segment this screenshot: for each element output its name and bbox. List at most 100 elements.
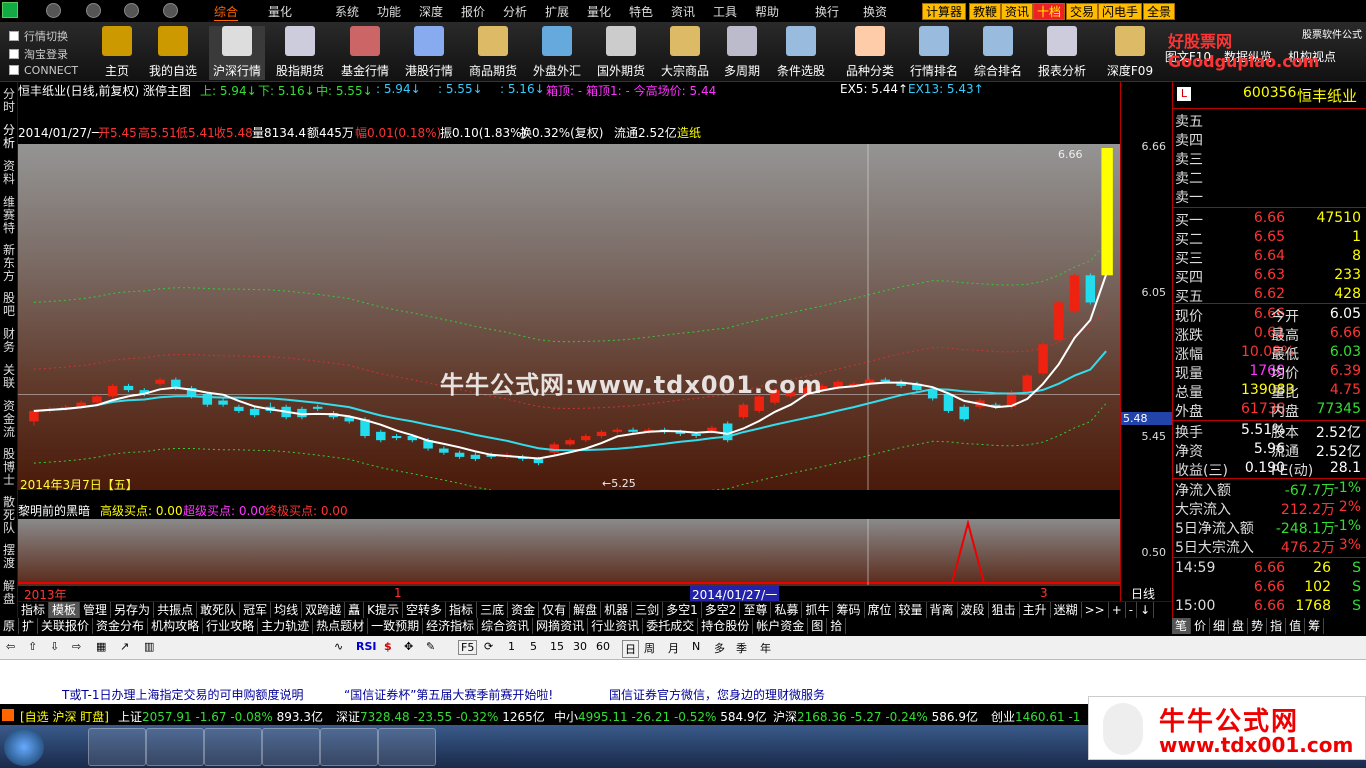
- indicator-tab[interactable]: 背离: [927, 602, 958, 618]
- taskbar-document-icon[interactable]: [204, 728, 262, 766]
- info-tab[interactable]: 行业资讯: [588, 618, 644, 634]
- taskbar-note-icon[interactable]: [262, 728, 320, 766]
- period-day[interactable]: 日: [622, 640, 639, 658]
- toolbar-bulk-goods[interactable]: 大宗商品: [657, 26, 713, 80]
- line-chart-icon[interactable]: ↗: [120, 640, 129, 653]
- toolbar-ranking[interactable]: 行情排名: [906, 26, 962, 80]
- taskbar-paint-icon[interactable]: [378, 728, 436, 766]
- index-item[interactable]: 沪深2168.36 -5.27 -0.24% 586.9亿: [773, 708, 978, 725]
- indicator-tab[interactable]: 资金: [508, 602, 540, 618]
- period-n[interactable]: N: [692, 640, 700, 653]
- indicator-tab[interactable]: K提示: [364, 602, 404, 618]
- kline-plot[interactable]: 6.66 ←5.25 2014年3月7日【五】: [18, 144, 1122, 504]
- period-month[interactable]: 月: [668, 640, 679, 656]
- menu-news[interactable]: 资讯: [671, 3, 695, 20]
- vtab-review[interactable]: 解盘: [1, 580, 17, 606]
- menu-lianghua[interactable]: 量化: [268, 3, 292, 20]
- f5-button[interactable]: F5: [458, 640, 478, 655]
- down-arrow-icon[interactable]: ⇩: [50, 640, 59, 653]
- vtab-wst[interactable]: 维赛特: [1, 196, 17, 235]
- period-season[interactable]: 季: [736, 640, 747, 656]
- calculator-button[interactable]: 计算器: [922, 3, 967, 20]
- indicator-tab[interactable]: 抓牛: [802, 602, 834, 618]
- dollar-icon[interactable]: $: [384, 640, 392, 653]
- start-button-icon[interactable]: [4, 728, 44, 766]
- indicator-tab[interactable]: 指标: [18, 602, 50, 618]
- indicator-tab[interactable]: 较量: [896, 602, 927, 618]
- indicator-tab[interactable]: 三底: [477, 602, 509, 618]
- index-item[interactable]: 创业1460.61 -1: [991, 708, 1080, 725]
- quote-tab[interactable]: 细: [1210, 618, 1230, 634]
- table-icon[interactable]: ▦: [96, 640, 106, 653]
- taobao-login-checkbox[interactable]: 淘宝登录: [9, 46, 89, 62]
- rsi-icon[interactable]: RSI: [356, 640, 377, 653]
- menu-special[interactable]: 特色: [629, 3, 653, 20]
- vtab-money-flow[interactable]: 资金流: [1, 400, 17, 439]
- vtab-xdf[interactable]: 新东方: [1, 244, 17, 283]
- up-arrow-icon[interactable]: ⇧: [28, 640, 37, 653]
- index-item[interactable]: 上证2057.91 -1.67 -0.08% 893.3亿: [118, 708, 323, 725]
- info-tab[interactable]: 热点题材: [313, 618, 369, 634]
- menu-tools[interactable]: 工具: [713, 3, 737, 20]
- news-button[interactable]: 资讯: [1001, 3, 1034, 20]
- period-1min[interactable]: 1: [508, 640, 515, 653]
- period-year[interactable]: 年: [760, 640, 771, 656]
- back-arrow-icon[interactable]: ⇦: [6, 640, 15, 653]
- vtab-timeshare[interactable]: 分时: [1, 88, 17, 114]
- period-multi[interactable]: 多: [714, 640, 725, 656]
- toolbar-foreign-futures[interactable]: 国外期货: [593, 26, 649, 80]
- info-tab[interactable]: 委托成交: [643, 618, 699, 634]
- indicator-tab[interactable]: 迷糊: [1051, 602, 1082, 618]
- toolbar-stock-screener[interactable]: 条件选股: [773, 26, 829, 80]
- quote-tab[interactable]: 盘: [1229, 618, 1249, 634]
- indicator-tab[interactable]: 敢死队: [197, 602, 241, 618]
- toolbar-hk-quote[interactable]: 港股行情: [401, 26, 457, 80]
- indicator-tab[interactable]: 冠军: [240, 602, 272, 618]
- info-tab[interactable]: 扩: [19, 618, 39, 634]
- settings-icon[interactable]: [163, 3, 178, 18]
- minimize-icon[interactable]: [46, 3, 61, 18]
- menu-quant[interactable]: 量化: [587, 3, 611, 20]
- indicator-tab[interactable]: 共振点: [154, 602, 198, 618]
- indicator-tab[interactable]: 席位: [865, 602, 896, 618]
- taskbar-chrome-icon[interactable]: [146, 728, 204, 766]
- info-tab[interactable]: 图: [808, 618, 828, 634]
- promo-banner[interactable]: 好股票网Goodgupiao.com 股票软件公式: [1168, 24, 1364, 71]
- quote-tab[interactable]: 笔: [1172, 618, 1192, 634]
- menu-analysis[interactable]: 分析: [503, 3, 527, 20]
- info-tab[interactable]: 机构攻略: [148, 618, 204, 634]
- flash-hand-button[interactable]: 闪电手: [1098, 3, 1143, 20]
- vtab-analysis[interactable]: 分析: [1, 124, 17, 150]
- vtab-guba[interactable]: 股吧: [1, 292, 17, 318]
- info-tab[interactable]: 主力轨迹: [258, 618, 314, 634]
- indicator-tab[interactable]: 模板: [49, 602, 81, 618]
- indicator-tab[interactable]: 至尊: [740, 602, 772, 618]
- candle-icon[interactable]: ▥: [144, 640, 154, 653]
- indicator-tab[interactable]: 指标: [446, 602, 478, 618]
- info-tab[interactable]: 行业攻略: [203, 618, 259, 634]
- indicator-tab[interactable]: +: [1109, 602, 1126, 618]
- toolbar-report-analysis[interactable]: 报表分析: [1034, 26, 1090, 80]
- indicator-tab[interactable]: 主升: [1020, 602, 1051, 618]
- move-icon[interactable]: ✥: [404, 640, 413, 653]
- index-item[interactable]: 中小4995.11 -26.21 -0.52% 584.9亿: [554, 708, 767, 725]
- index-bar-head[interactable]: [自选 沪深 盯盘]: [20, 708, 109, 725]
- taskbar-explorer-icon[interactable]: [88, 728, 146, 766]
- connect-checkbox[interactable]: CONNECT: [9, 64, 89, 77]
- indicator-tab[interactable]: 双跨越: [302, 602, 346, 618]
- menu-change-row[interactable]: 换行: [815, 3, 839, 20]
- indicator-tab[interactable]: 管理: [80, 602, 112, 618]
- quote-tab[interactable]: 指: [1267, 618, 1287, 634]
- refresh-icon[interactable]: ⟳: [484, 640, 493, 653]
- indicator-tab[interactable]: 解盘: [570, 602, 602, 618]
- close-icon[interactable]: [124, 3, 139, 18]
- quote-tab[interactable]: 势: [1248, 618, 1268, 634]
- menu-depth[interactable]: 深度: [419, 3, 443, 20]
- info-tab[interactable]: 持仓股份: [698, 618, 754, 634]
- wave-icon[interactable]: ∿: [334, 640, 343, 653]
- menu-change-source[interactable]: 换资: [863, 3, 887, 20]
- indicator-name[interactable]: 黎明前的黑暗: [18, 502, 90, 519]
- period-5min[interactable]: 5: [530, 640, 537, 653]
- info-tab[interactable]: 综合资讯: [478, 618, 534, 634]
- ad-box[interactable]: 牛牛公式网 www.tdx001.com: [1088, 696, 1366, 760]
